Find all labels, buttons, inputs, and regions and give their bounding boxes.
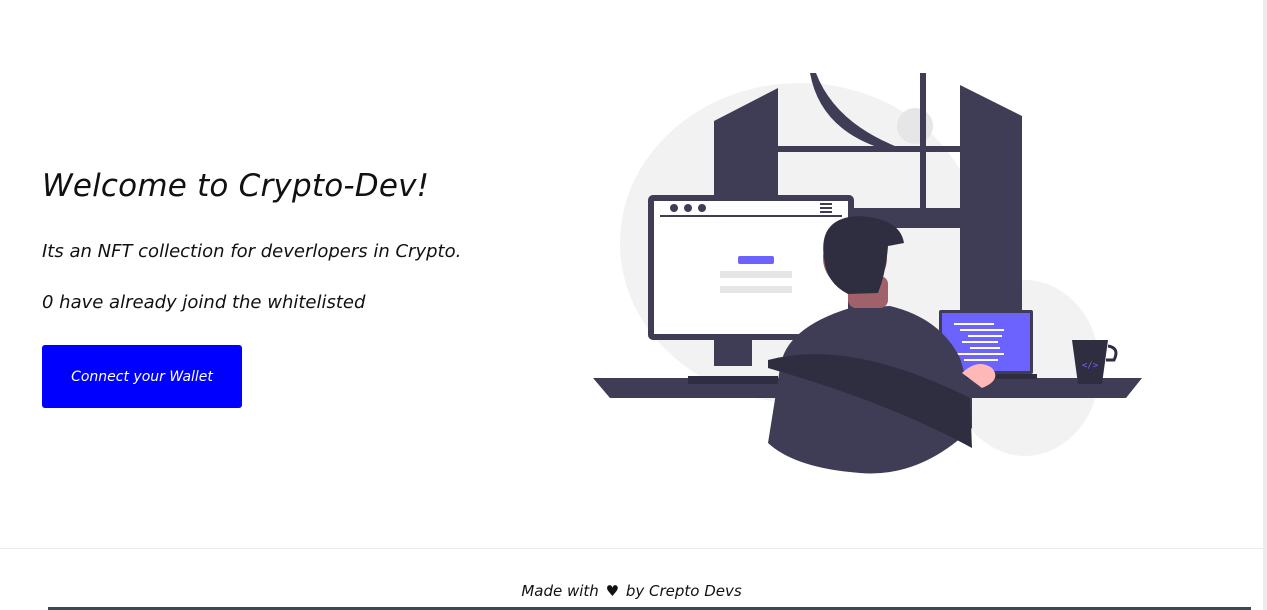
footer-credit: Made with ♥ by Crepto Devs: [0, 582, 1263, 600]
screen-accent-bar: [738, 256, 774, 264]
footer-prefix: Made with: [521, 582, 599, 600]
monitor-base: [688, 376, 778, 384]
browser-menu-icon: [820, 207, 832, 209]
footer: Made with ♥ by Crepto Devs: [0, 548, 1263, 610]
hero-section: Welcome to Crypto-Dev! Its an NFT collec…: [42, 168, 461, 408]
code-brackets-icon: </>: [1082, 361, 1099, 371]
browser-dot-icon: [684, 204, 692, 212]
page-title: Welcome to Crypto-Dev!: [42, 168, 430, 204]
heart-icon: ♥: [605, 582, 620, 600]
monitor-screen: [654, 201, 848, 334]
scrollbar[interactable]: [1263, 0, 1267, 610]
browser-dot-icon: [670, 204, 678, 212]
footer-suffix: by Crepto Devs: [625, 582, 742, 600]
monitor-stand: [714, 340, 752, 366]
window-transom: [778, 146, 960, 152]
screen-placeholder-line: [720, 271, 792, 278]
connect-wallet-button[interactable]: Connect your Wallet: [42, 345, 242, 408]
collection-description: Its an NFT collection for deverlopers in…: [42, 241, 462, 262]
mug-handle: [1106, 344, 1118, 362]
browser-dot-icon: [698, 204, 706, 212]
page: Welcome to Crypto-Dev! Its an NFT collec…: [0, 0, 1267, 610]
browser-menu-icon: [820, 203, 832, 205]
whitelist-count-text: 0 have already joind the whitelisted: [42, 292, 366, 313]
window-mullion: [920, 73, 926, 218]
browser-menu-icon: [820, 211, 832, 213]
background-circle: [897, 108, 933, 144]
screen-placeholder-line: [720, 286, 792, 293]
developer-at-desk-illustration: </>: [593, 73, 1142, 474]
